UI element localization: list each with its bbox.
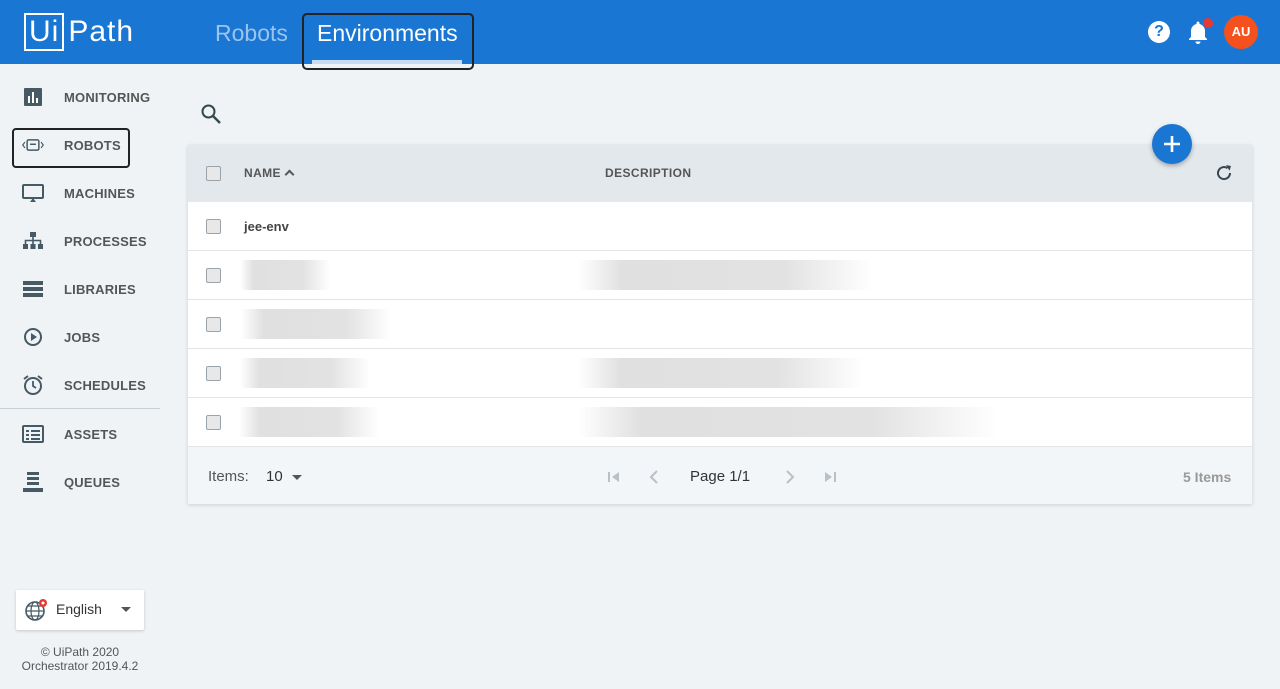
alarm-icon — [22, 374, 44, 396]
environment-name: jee-env — [244, 219, 289, 234]
prev-page-icon[interactable] — [646, 467, 662, 487]
row-checkbox[interactable] — [206, 317, 221, 332]
queue-icon — [22, 471, 44, 493]
redacted-description — [578, 407, 998, 437]
language-selector[interactable]: English — [16, 590, 144, 630]
first-page-icon[interactable] — [606, 467, 622, 487]
redacted-name — [240, 260, 330, 290]
row-checkbox[interactable] — [206, 415, 221, 430]
tab-robots[interactable]: Robots — [215, 0, 288, 64]
sidebar-item-queues[interactable]: QUEUES — [0, 458, 160, 506]
table-row[interactable] — [188, 251, 1252, 300]
table-footer: Items: 10 Page 1/1 5 Items — [188, 447, 1252, 504]
robots-highlight — [12, 128, 130, 168]
row-checkbox[interactable] — [206, 219, 221, 234]
monitoring-icon — [22, 86, 44, 108]
items-per-page-label: Items: — [208, 468, 249, 485]
column-header-name[interactable]: NAME — [244, 166, 295, 180]
row-checkbox[interactable] — [206, 268, 221, 283]
avatar[interactable]: AU — [1224, 15, 1258, 49]
assets-icon — [22, 423, 44, 445]
sidebar-item-monitoring[interactable]: MONITORING — [0, 73, 160, 121]
sidebar-item-label: PROCESSES — [64, 233, 147, 249]
redacted-name — [239, 407, 379, 437]
globe-icon — [25, 599, 47, 621]
sort-ascending-icon — [284, 169, 295, 180]
next-page-icon[interactable] — [782, 467, 798, 487]
help-icon[interactable]: ? — [1148, 21, 1170, 43]
language-label: English — [56, 601, 102, 617]
sitemap-icon — [22, 230, 44, 252]
sidebar-item-assets[interactable]: ASSETS — [0, 410, 160, 458]
notification-badge — [1203, 18, 1213, 28]
sidebar-item-processes[interactable]: PROCESSES — [0, 217, 160, 265]
environments-table: NAME DESCRIPTION jee-env Items: 10 Page … — [188, 145, 1252, 504]
sidebar-item-schedules[interactable]: SCHEDULES — [0, 361, 160, 409]
play-circle-icon — [22, 326, 44, 348]
refresh-icon[interactable] — [1214, 163, 1234, 183]
last-page-icon[interactable] — [822, 467, 838, 487]
sidebar-item-label: QUEUES — [64, 474, 121, 490]
table-row[interactable]: jee-env — [188, 202, 1252, 251]
top-bar: Ui Path Robots Environments ? AU — [0, 0, 1280, 70]
redacted-description — [578, 260, 873, 290]
sidebar-item-label: MONITORING — [64, 89, 151, 105]
sidebar-item-machines[interactable]: MACHINES — [0, 169, 160, 217]
sidebar-item-jobs[interactable]: JOBS — [0, 313, 160, 361]
redacted-description — [578, 358, 863, 388]
chevron-down-icon — [121, 607, 131, 612]
sidebar-item-label: LIBRARIES — [64, 281, 136, 297]
sidebar-item-libraries[interactable]: LIBRARIES — [0, 265, 160, 313]
list-icon — [22, 278, 44, 300]
plus-icon — [1164, 136, 1180, 152]
sidebar-item-label: JOBS — [64, 329, 101, 345]
chevron-down-icon[interactable] — [292, 475, 302, 480]
table-row[interactable] — [188, 398, 1252, 447]
items-per-page-select[interactable]: 10 — [266, 468, 283, 485]
copyright-text: © UiPath 2020 Orchestrator 2019.4.2 — [21, 645, 139, 673]
table-row[interactable] — [188, 349, 1252, 398]
table-row[interactable] — [188, 300, 1252, 349]
uipath-logo[interactable]: Ui Path — [24, 13, 134, 51]
total-items-count: 5 Items — [1183, 469, 1232, 485]
column-header-description[interactable]: DESCRIPTION — [605, 166, 691, 180]
sidebar-item-label: SCHEDULES — [64, 377, 146, 393]
monitor-icon — [22, 182, 44, 204]
table-header: NAME DESCRIPTION — [188, 145, 1252, 202]
sidebar-divider — [0, 408, 160, 409]
redacted-name — [241, 309, 391, 339]
select-all-checkbox[interactable] — [206, 166, 221, 181]
add-environment-button[interactable] — [1152, 124, 1192, 164]
sidebar-item-label: ASSETS — [64, 426, 118, 442]
page-indicator: Page 1/1 — [690, 468, 751, 485]
tab-environments-highlight — [302, 13, 474, 70]
search-icon[interactable] — [200, 103, 222, 125]
redacted-name — [240, 358, 370, 388]
sidebar-item-label: MACHINES — [64, 185, 135, 201]
row-checkbox[interactable] — [206, 366, 221, 381]
